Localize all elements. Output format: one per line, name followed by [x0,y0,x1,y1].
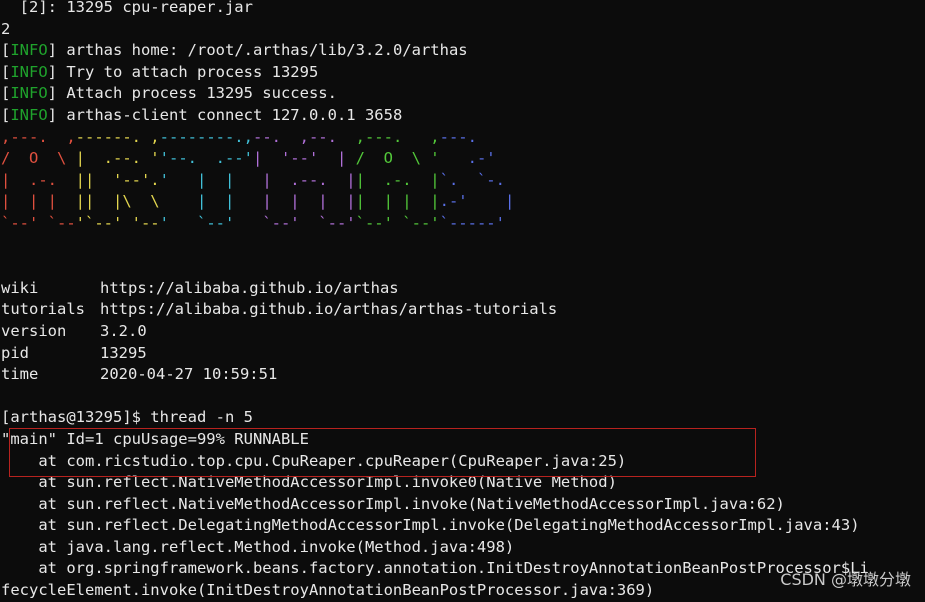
info-tag: INFO [10,41,48,60]
banner-segment: '--. .--' [159,149,253,168]
stack-frame: at sun.reflect.NativeMethodAccessorImpl.… [1,473,617,492]
banner-segment: `--' `--' [252,213,356,232]
banner-segment: | .-. | [355,170,440,189]
csdn-watermark: CSDN @墩墩分墩 [780,570,911,589]
stack-frame: at sun.reflect.DelegatingMethodAccessorI… [1,516,860,535]
banner-segment: `. `-. [439,170,505,189]
stack-frame: at sun.reflect.NativeMethodAccessorImpl.… [1,494,785,513]
banner-segment: .-' [439,149,496,168]
info-tag: INFO [10,84,48,103]
process-list-line: [2]: 13295 cpu-reaper.jar [1,0,253,16]
kv-value: 3.2.0 [100,321,147,340]
banner-segment: ,---. , [1,127,76,146]
banner-segment: | | | | [252,192,356,211]
kv-key: version [1,321,67,340]
banner-segment: | .--. | [252,170,356,189]
kv-row: version 3.2.0 [1,321,925,343]
terminal-output[interactable]: [2]: 13295 cpu-reaper.jar 2 [INFO] artha… [1,0,925,599]
banner-segment: | .-. [1,170,76,189]
kv-value: https://alibaba.github.io/arthas/arthas-… [100,300,558,319]
banner-line: | | | || |\ \ | | | | | || | | |.-' | [1,191,925,213]
info-line: [INFO] Try to attach process 13295 [1,62,319,81]
kv-row: tutorials https://alibaba.github.io/artha… [1,299,925,321]
banner-segment: `-----' [439,213,505,232]
info-text: arthas-client connect 127.0.0.1 3658 [66,105,403,124]
banner-segment: --. ,--. [252,127,356,146]
banner-line: / O \ | .--. ''--. .--'| '--' | / O \ ' … [1,148,925,170]
banner-segment: | | | | [355,192,440,211]
banner-segment: ,---. , [355,127,440,146]
banner-line: | .-. || '--'.' | | | .--. || .-. |`. `-… [1,170,925,192]
banner-segment: ------. , [75,127,160,146]
banner-segment: | .--. ' [75,149,160,168]
stack-frame: at com.ricstudio.top.cpu.CpuReaper.cpuRe… [1,451,627,470]
kv-key: pid [1,343,29,362]
info-tag: INFO [10,62,48,81]
banner-segment: | '--' | [252,149,356,168]
kv-key: time [1,365,39,384]
kv-key: wiki [1,278,39,297]
kv-row: pid 13295 [1,343,925,365]
banner-segment: `--' `--' [355,213,440,232]
banner-line: `--' `--'`--' '--' `--' `--' `--'`--' `-… [1,213,925,235]
info-text: Try to attach process 13295 [66,62,319,81]
info-line: [INFO] Attach process 13295 success. [1,84,337,103]
info-tag: INFO [10,105,48,124]
kv-row: wiki https://alibaba.github.io/arthas [1,278,925,300]
arthas-ascii-banner: ,---. ,------. ,--------.,--. ,--. ,---.… [1,127,925,235]
banner-segment: '`--' '-- [75,213,160,232]
command-prompt: [arthas@13295]$ thread -n 5 [1,408,253,427]
kv-row: time 2020-04-27 10:59:51 [1,364,925,386]
info-text: Attach process 13295 success. [66,84,337,103]
kv-value: https://alibaba.github.io/arthas [100,278,399,297]
info-text: arthas home: /root/.arthas/lib/3.2.0/art… [66,41,468,60]
banner-segment: ' `--' [159,213,253,232]
banner-segment: || '--'. [75,170,160,189]
info-line: [INFO] arthas home: /root/.arthas/lib/3.… [1,41,468,60]
kv-key: tutorials [1,300,85,319]
process-choice-line: 2 [1,19,11,38]
banner-segment: / O \ [1,149,76,168]
info-line: [INFO] arthas-client connect 127.0.0.1 3… [1,105,403,124]
kv-value: 2020-04-27 10:59:51 [100,365,278,384]
banner-segment: / O \ ' [355,149,440,168]
banner-line: ,---. ,------. ,--------.,--. ,--. ,---.… [1,127,925,149]
banner-segment: || |\ \ [75,192,160,211]
banner-segment: | | | [1,192,76,211]
kv-value: 13295 [100,343,147,362]
banner-segment: --------., [159,127,253,146]
banner-segment: ' | | [159,170,253,189]
thread-header: "main" Id=1 cpuUsage=99% RUNNABLE [1,429,309,448]
banner-segment: .-' | [439,192,515,211]
stack-frame: at java.lang.reflect.Method.invoke(Metho… [1,537,515,556]
banner-segment: | | [159,192,253,211]
banner-segment: ---. [439,127,477,146]
banner-segment: `--' `-- [1,213,76,232]
